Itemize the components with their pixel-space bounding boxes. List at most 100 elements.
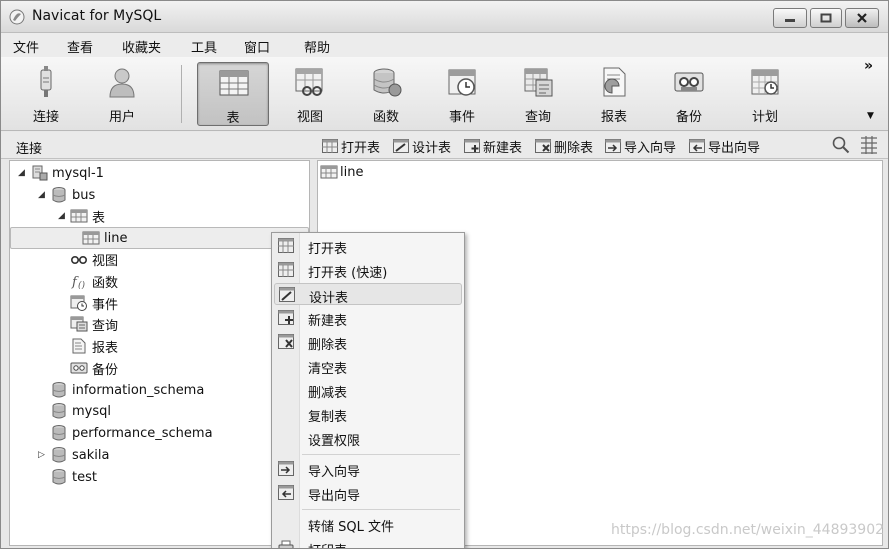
tree-node-label: 事件 <box>92 297 119 313</box>
toolbar-report-button[interactable]: 报表 <box>578 62 650 126</box>
menu-item-label: 删减表 <box>308 386 348 401</box>
tree-node-reports[interactable]: 报表 <box>70 335 118 357</box>
toolbar-separator <box>181 65 182 123</box>
chevron-down-icon[interactable]: ▼ <box>867 111 874 121</box>
export-wizard-button[interactable]: 导出向导 <box>689 136 760 156</box>
menu-item-design-table[interactable]: 设计表 <box>274 283 462 306</box>
toolbar-view-button[interactable]: 视图 <box>274 62 346 126</box>
navicat-window: Navicat for MySQL 文件 查看 收藏夹 工具 窗口 帮助 连接 <box>0 0 889 549</box>
design-table-button[interactable]: 设计表 <box>393 136 451 156</box>
maximize-button[interactable] <box>810 8 842 28</box>
toolbar-label: 事件 <box>448 110 475 125</box>
tree-node-connection[interactable]: ◢ mysql-1 <box>18 162 104 184</box>
expand-arrow-icon[interactable]: ▷ <box>38 450 50 460</box>
delete-table-icon <box>535 139 551 153</box>
menu-item-export-wizard[interactable]: 导出向导 <box>274 482 462 504</box>
print-icon <box>278 540 294 548</box>
tree-node-label: 报表 <box>92 340 119 356</box>
toolbar-label: 视图 <box>296 110 323 125</box>
expand-arrow-icon[interactable]: ◢ <box>18 168 30 178</box>
menu-file[interactable]: 文件 <box>13 37 39 56</box>
open-table-icon <box>278 238 294 253</box>
menu-view[interactable]: 查看 <box>67 37 93 56</box>
menu-item-open-table[interactable]: 打开表 <box>274 235 462 257</box>
menu-item-new-table[interactable]: 新建表 <box>274 307 462 329</box>
menu-item-dump-sql[interactable]: 转储 SQL 文件 <box>274 513 462 535</box>
tree-node-label: information_schema <box>72 382 205 398</box>
table-icon <box>320 165 338 179</box>
tree-node-database[interactable]: test <box>50 466 97 488</box>
delete-table-button[interactable]: 删除表 <box>535 136 593 156</box>
search-icon[interactable] <box>832 136 850 154</box>
action-label: 导入向导 <box>624 140 677 156</box>
toolbar-user-button[interactable]: 用户 <box>86 62 158 126</box>
menu-favorites[interactable]: 收藏夹 <box>122 37 161 56</box>
tree-node-backups[interactable]: 备份 <box>70 357 118 379</box>
toolbar-backup-button[interactable]: 备份 <box>653 62 725 126</box>
menu-item-print-table[interactable]: 打印表 <box>274 537 462 548</box>
tree-node-queries[interactable]: 查询 <box>70 313 118 335</box>
menu-item-label: 复制表 <box>308 410 348 425</box>
toolbar-event-button[interactable]: 事件 <box>426 62 498 126</box>
menu-item-label: 打开表 <box>308 242 348 257</box>
toolbar-function-button[interactable]: 函数 <box>350 62 422 126</box>
tree-node-database[interactable]: information_schema <box>50 379 204 401</box>
tree-node-database[interactable]: ◢ bus <box>38 184 95 206</box>
object-item-line[interactable]: line <box>320 164 363 180</box>
action-label: 导出向导 <box>708 140 761 156</box>
menu-item-import-wizard[interactable]: 导入向导 <box>274 458 462 480</box>
context-menu: 打开表 打开表 (快速) 设计表 新建表 删除表 清空表 删减表 复制表 设置权… <box>271 232 465 548</box>
menu-item-empty-table[interactable]: 清空表 <box>274 355 462 377</box>
toolbar-overflow-button[interactable]: » <box>864 58 873 74</box>
menu-item-truncate-table[interactable]: 删减表 <box>274 379 462 401</box>
menu-tools[interactable]: 工具 <box>191 37 217 56</box>
menu-help[interactable]: 帮助 <box>304 37 330 56</box>
tree-node-events[interactable]: 事件 <box>70 292 118 314</box>
menu-item-set-permissions[interactable]: 设置权限 <box>274 427 462 449</box>
open-table-icon <box>278 262 294 277</box>
toolbar-label: 函数 <box>372 110 399 125</box>
action-label: 设计表 <box>412 140 452 156</box>
menu-separator <box>302 454 460 455</box>
tree-node-label: 视图 <box>92 253 119 269</box>
minimize-button[interactable] <box>773 8 807 28</box>
expand-arrow-icon[interactable]: ◢ <box>58 211 70 221</box>
menu-item-delete-table[interactable]: 删除表 <box>274 331 462 353</box>
tree-node-table-line[interactable]: line <box>10 227 309 249</box>
menu-item-label: 设置权限 <box>308 434 361 449</box>
new-table-icon <box>464 139 480 153</box>
new-table-icon <box>278 310 294 325</box>
tree-node-functions[interactable]: f() 函数 <box>70 270 118 292</box>
toolbar-connection-button[interactable]: 连接 <box>10 62 82 126</box>
export-icon <box>278 485 294 500</box>
menu-item-open-table-quick[interactable]: 打开表 (快速) <box>274 259 462 281</box>
import-icon <box>278 461 294 476</box>
menu-window[interactable]: 窗口 <box>244 37 270 56</box>
close-button[interactable] <box>845 8 879 28</box>
tree-node-tables-folder[interactable]: ◢ 表 <box>58 205 105 227</box>
delete-table-icon <box>278 334 294 349</box>
close-icon <box>857 13 867 23</box>
backup-icon <box>70 362 88 374</box>
open-table-button[interactable]: 打开表 <box>322 136 380 156</box>
tree-node-database[interactable]: ▷ sakila <box>38 444 109 466</box>
open-table-icon <box>322 139 338 153</box>
menu-item-duplicate-table[interactable]: 复制表 <box>274 403 462 425</box>
toolbar-query-button[interactable]: 查询 <box>502 62 574 126</box>
import-wizard-button[interactable]: 导入向导 <box>605 136 676 156</box>
tree-node-views[interactable]: 视图 <box>70 248 118 270</box>
tree-node-database[interactable]: performance_schema <box>50 422 213 444</box>
tree-node-database[interactable]: mysql <box>50 400 111 422</box>
report-icon <box>603 67 626 97</box>
action-label: 删除表 <box>554 140 594 156</box>
toolbar-schedule-button[interactable]: 计划 <box>729 62 801 126</box>
new-table-button[interactable]: 新建表 <box>464 136 522 156</box>
tree-node-label: mysql-1 <box>52 165 104 181</box>
toolbar-label: 备份 <box>675 110 702 125</box>
expand-arrow-icon[interactable]: ◢ <box>38 190 50 200</box>
grid-view-icon[interactable] <box>860 136 878 154</box>
server-icon <box>32 165 48 181</box>
database-icon <box>52 425 66 441</box>
toolbar-table-button[interactable]: 表 <box>197 62 269 126</box>
tree-node-label: mysql <box>72 403 111 419</box>
